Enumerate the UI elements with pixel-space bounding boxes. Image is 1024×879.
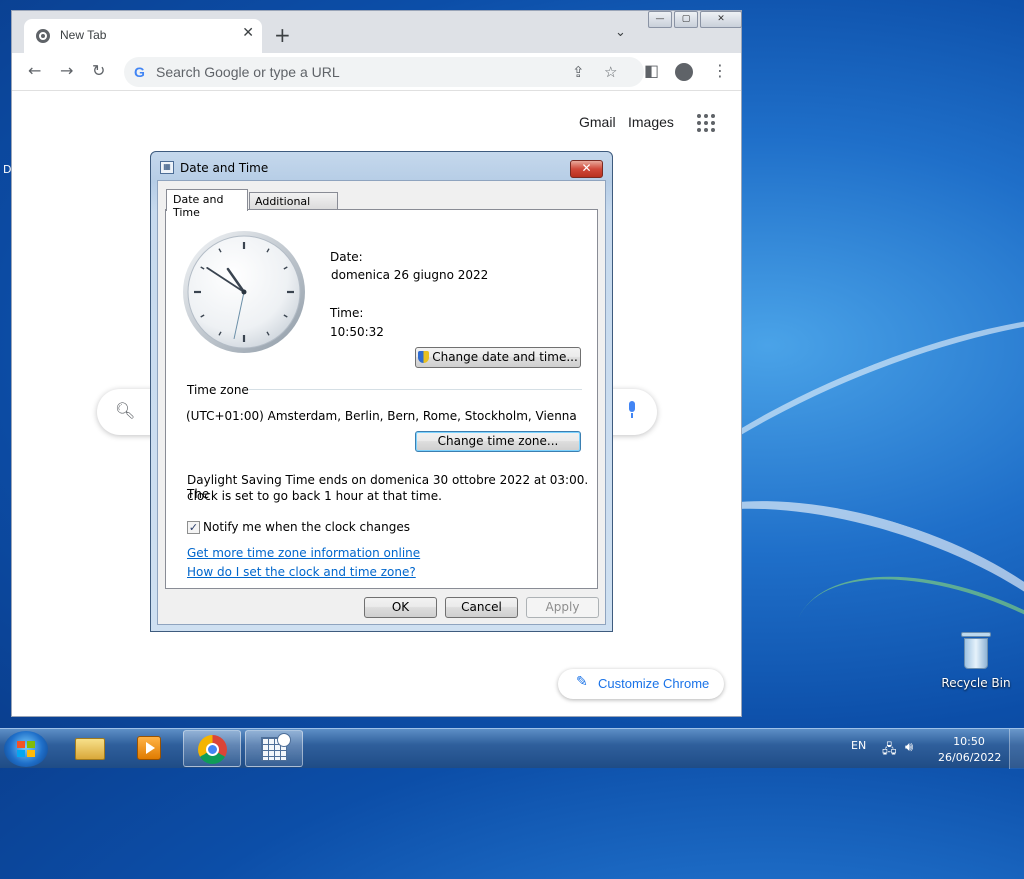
dialog-body: Date and Time Additional Clocks: [157, 180, 606, 625]
browser-toolbar: ← → ↻ G Search Google or type a URL ⇪ ☆ …: [12, 53, 741, 91]
tray-time: 10:50: [953, 735, 985, 748]
timezone-value: (UTC+01:00) Amsterdam, Berlin, Bern, Rom…: [186, 409, 577, 423]
start-button[interactable]: [4, 731, 48, 767]
pencil-icon: ✎: [576, 674, 588, 690]
customize-chrome-label: Customize Chrome: [598, 676, 710, 691]
uac-shield-icon: [418, 351, 430, 363]
timezone-divider: [248, 389, 582, 390]
clock-icon: [277, 733, 291, 747]
microphone-icon[interactable]: [627, 401, 637, 419]
search-icon: 🔍︎: [115, 401, 136, 420]
analog-clock: [183, 231, 305, 353]
change-date-time-label: Change date and time...: [432, 350, 578, 364]
chrome-icon: [198, 735, 227, 764]
show-desktop-button[interactable]: [1009, 729, 1024, 769]
dst-info-line2: clock is set to go back 1 hour at that t…: [187, 489, 442, 503]
gmail-link[interactable]: Gmail: [579, 114, 616, 130]
address-bar-placeholder: Search Google or type a URL: [156, 64, 340, 80]
google-g-icon: G: [134, 64, 145, 80]
media-player-icon: [137, 736, 161, 760]
images-link[interactable]: Images: [628, 114, 674, 130]
volume-icon[interactable]: 🔊︎: [905, 740, 913, 755]
network-icon[interactable]: 🖧︎: [882, 740, 897, 762]
address-bar[interactable]: G Search Google or type a URL ⇪ ☆: [124, 57, 644, 87]
recycle-bin-icon[interactable]: Recycle Bin: [941, 630, 1011, 690]
taskbar-media-player[interactable]: [120, 730, 178, 767]
date-value: domenica 26 giugno 2022: [331, 268, 489, 282]
customize-chrome-button[interactable]: ✎ Customize Chrome: [558, 669, 724, 699]
taskbar: EN 🖧︎ 🔊︎ 10:50 26/06/2022: [0, 728, 1024, 769]
side-panel-icon[interactable]: ◧: [644, 61, 659, 81]
how-set-clock-link[interactable]: How do I set the clock and time zone?: [187, 565, 416, 579]
time-value: 10:50:32: [330, 325, 384, 339]
taskbar-explorer[interactable]: [60, 730, 118, 767]
recycle-bin-label: Recycle Bin: [941, 676, 1011, 690]
change-date-time-button[interactable]: Change date and time...: [415, 347, 581, 368]
chrome-tab-icon: [36, 29, 50, 43]
notify-checkbox-label[interactable]: Notify me when the clock changes: [203, 520, 410, 534]
tab-search-chevron-icon[interactable]: ⌄: [615, 25, 626, 40]
share-icon[interactable]: ⇪: [572, 63, 585, 81]
menu-kebab-icon[interactable]: ⋮: [712, 61, 728, 81]
tab-date-and-time[interactable]: Date and Time: [166, 189, 248, 219]
taskbar-chrome[interactable]: [183, 730, 241, 767]
back-arrow-icon[interactable]: ←: [28, 61, 41, 81]
date-label: Date:: [330, 250, 363, 264]
tab-additional-clocks[interactable]: Additional Clocks: [249, 192, 338, 221]
date-time-title-icon: ▦: [160, 161, 174, 174]
timezone-heading: Time zone: [187, 383, 249, 397]
date-time-tab-panel: Date: domenica 26 giugno 2022 Time: 10:5…: [165, 209, 598, 589]
language-indicator[interactable]: EN: [851, 739, 866, 752]
minimize-button[interactable]: —: [648, 11, 672, 28]
close-window-button[interactable]: ✕: [700, 11, 742, 28]
cancel-button[interactable]: Cancel: [445, 597, 518, 618]
notify-checkbox[interactable]: ✓: [187, 521, 200, 534]
change-timezone-button[interactable]: Change time zone...: [415, 431, 581, 452]
window-controls: — ▢ ✕: [646, 11, 742, 29]
dialog-close-button[interactable]: ✕: [570, 160, 603, 178]
folder-icon: [75, 738, 105, 760]
new-tab-button[interactable]: +: [274, 25, 291, 45]
ok-button[interactable]: OK: [364, 597, 437, 618]
reload-icon[interactable]: ↻: [92, 61, 105, 81]
tab-close-icon[interactable]: ✕: [242, 25, 254, 41]
dialog-title: Date and Time: [180, 161, 269, 175]
windows-logo-icon: [17, 741, 35, 757]
tray-date: 26/06/2022: [938, 751, 1002, 764]
date-time-dialog: ▦ Date and Time ✕ Date and Time Addition…: [150, 151, 613, 632]
bookmark-star-icon[interactable]: ☆: [604, 63, 617, 81]
more-timezone-info-link[interactable]: Get more time zone information online: [187, 546, 420, 560]
apply-button[interactable]: Apply: [526, 597, 599, 618]
taskbar-date-time[interactable]: [245, 730, 303, 767]
forward-arrow-icon[interactable]: →: [60, 61, 73, 81]
maximize-button[interactable]: ▢: [674, 11, 698, 28]
tab-new-tab[interactable]: New Tab ✕: [24, 19, 262, 53]
profile-avatar-icon[interactable]: [675, 63, 693, 81]
tray-clock[interactable]: 10:50 26/06/2022: [938, 734, 1002, 766]
time-label: Time:: [330, 306, 364, 320]
tab-title: New Tab: [60, 28, 107, 42]
trash-bin-icon: [961, 630, 991, 670]
tab-strip: New Tab ✕ + ⌄ — ▢ ✕: [12, 11, 742, 53]
google-apps-grid-icon[interactable]: [697, 114, 715, 132]
